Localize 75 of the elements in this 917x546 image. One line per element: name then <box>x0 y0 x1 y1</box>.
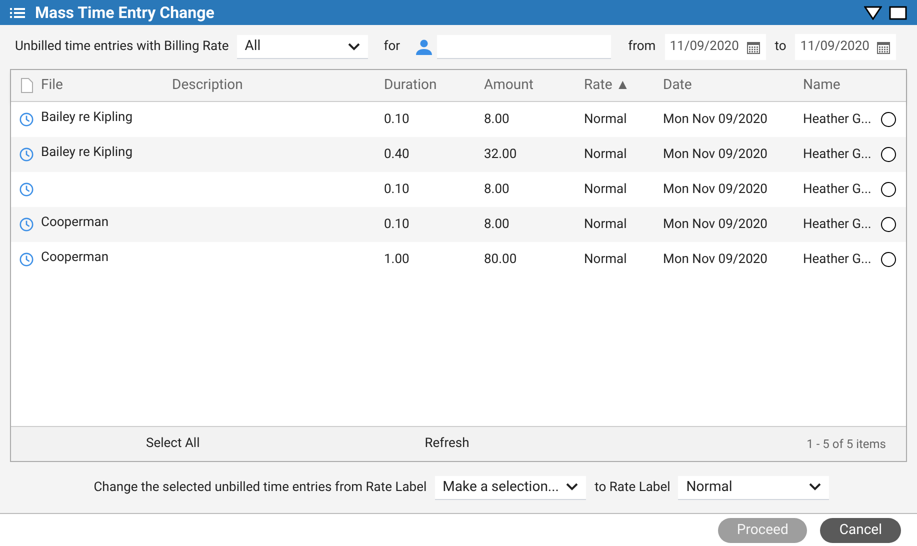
table-cell-text: Normal <box>584 146 628 164</box>
column-header[interactable]: Amount <box>484 75 584 96</box>
table-cell-text: Cooperman <box>41 248 110 267</box>
table-cell-text: Heather G... <box>803 110 872 129</box>
table-row[interactable]: Bailey re Kipling 0.40 32.00 Normal Mon Nov 09/2020 Heather G... <box>11 137 906 172</box>
table-cell-text: 0.10 <box>384 110 410 129</box>
change-label: Change the selected unbilled time entries from Rate Label <box>94 478 427 497</box>
column-header[interactable]: File <box>41 75 172 96</box>
chevron-down-icon <box>348 42 360 50</box>
to-rate-select[interactable]: Normal <box>678 476 830 500</box>
column-header[interactable]: Date <box>663 75 803 96</box>
table-cell-text: Mon Nov 09/2020 <box>663 250 768 269</box>
date-field[interactable]: 11/09/2020 <box>795 34 896 60</box>
clock-icon <box>19 252 34 267</box>
table-cell-text: 8.00 <box>484 216 510 234</box>
table-cell-text: Heather G... <box>803 146 872 164</box>
table-cell-text: Normal <box>584 110 628 129</box>
date-field[interactable]: 11/09/2020 <box>664 34 766 60</box>
clock-icon <box>19 182 34 197</box>
table-cell-text: Heather G... <box>803 216 872 234</box>
table-cell-text: 1.00 <box>384 250 410 269</box>
billing-rate-select[interactable]: All <box>236 35 368 59</box>
column-header[interactable]: Name <box>803 75 881 96</box>
clock-icon <box>19 147 34 162</box>
table-cell-text: 0.10 <box>384 180 410 199</box>
radio-button[interactable] <box>881 147 896 162</box>
table-cell-text: Normal <box>584 216 628 234</box>
from-rate-select[interactable]: Make a selection... <box>434 476 586 500</box>
item-count: 1 - 5 of 5 items <box>806 436 886 453</box>
action-button[interactable]: Cancel <box>820 518 901 542</box>
table-cell-text: Mon Nov 09/2020 <box>663 216 768 234</box>
table-cell-text: Heather G... <box>803 250 872 269</box>
for-label: for <box>384 38 400 56</box>
calendar-icon <box>877 40 890 54</box>
refresh-button[interactable]: Refresh <box>424 434 470 454</box>
table-cell-text: Mon Nov 09/2020 <box>663 180 768 199</box>
calendar-icon <box>746 40 760 54</box>
to-rate-label: to Rate Label <box>594 478 670 497</box>
table-cell-text: Bailey re Kipling <box>41 144 134 162</box>
chevron-down-icon <box>566 483 578 491</box>
window-title: Mass Time Entry Change <box>35 2 214 24</box>
radio-button[interactable] <box>881 182 896 197</box>
to-label: to <box>774 38 786 56</box>
table-cell-text: Cooperman <box>41 214 110 232</box>
table-cell-text: 0.40 <box>384 146 410 164</box>
column-header[interactable]: Duration <box>384 75 484 96</box>
table-row[interactable]: Cooperman 0.10 8.00 Normal Mon Nov 09/2020 Heather G... <box>11 207 906 242</box>
person-icon <box>416 39 432 55</box>
document-icon <box>21 78 33 93</box>
table-cell-text: 8.00 <box>484 110 510 129</box>
table-cell-text: 8.00 <box>484 180 510 199</box>
chevron-down-icon <box>809 483 822 491</box>
select-all-button[interactable]: Select All <box>146 434 200 454</box>
table-cell-text: Heather G... <box>803 180 872 199</box>
clock-icon <box>19 112 34 127</box>
menu-icon[interactable] <box>10 8 25 18</box>
table-cell-text: Normal <box>584 180 628 199</box>
radio-button[interactable] <box>881 112 896 127</box>
table-cell-text: Normal <box>584 250 628 269</box>
column-header[interactable]: Description <box>172 75 384 96</box>
clock-icon <box>19 217 34 232</box>
table-cell-text: 80.00 <box>484 250 518 269</box>
table-cell-text: 0.10 <box>384 216 410 234</box>
radio-button[interactable] <box>881 252 896 267</box>
radio-button[interactable] <box>881 217 896 232</box>
table-cell-text: Bailey re Kipling <box>41 108 134 127</box>
table-cell-text: 32.00 <box>484 146 518 164</box>
filter-label: Unbilled time entries with Billing Rate <box>15 38 229 56</box>
column-header[interactable]: Rate ▲ <box>584 75 663 96</box>
table-cell-text: Mon Nov 09/2020 <box>663 146 768 164</box>
person-field[interactable] <box>437 35 612 59</box>
triangle-down-icon[interactable] <box>864 6 882 20</box>
table-cell-text: Mon Nov 09/2020 <box>663 110 768 129</box>
maximize-icon[interactable] <box>889 6 907 20</box>
from-label: from <box>628 38 656 56</box>
